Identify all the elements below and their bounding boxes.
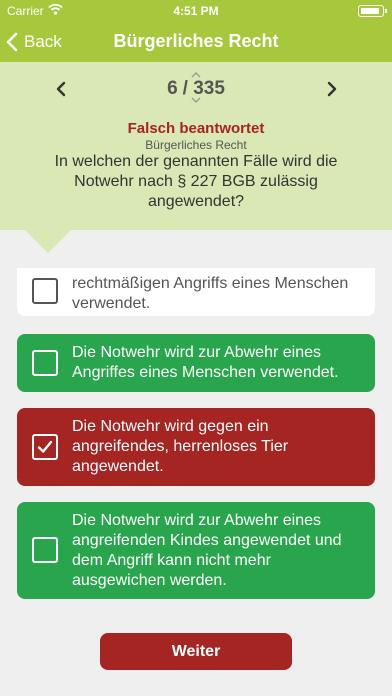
answer-option[interactable]: Die Notwehr wird zur Abwehr eines Angrif… (17, 334, 375, 392)
status-time: 4:51 PM (173, 4, 219, 18)
question-total: / 335 (182, 78, 225, 99)
answer-checkbox[interactable] (32, 350, 58, 376)
answer-option[interactable]: rechtmäßigen Angriffs eines Menschen ver… (17, 268, 375, 316)
back-button[interactable]: Back (6, 28, 62, 56)
answer-option[interactable]: Die Notwehr wird gegen ein angreifendes,… (17, 408, 375, 486)
answer-list[interactable]: rechtmäßigen Angriffs eines Menschen ver… (0, 268, 392, 612)
navigation-bar: Back Bürgerliches Recht (0, 22, 392, 62)
chevron-down-icon (191, 97, 201, 103)
next-question-button[interactable] (322, 79, 342, 99)
answer-text: rechtmäßigen Angriffs eines Menschen ver… (72, 275, 349, 312)
chevron-left-icon (6, 32, 18, 52)
answer-text: Die Notwehr wird zur Abwehr eines angrei… (72, 512, 342, 589)
checkmark-icon (37, 440, 53, 453)
status-bar: Carrier 4:51 PM (0, 0, 392, 22)
next-button[interactable]: Weiter (100, 633, 292, 670)
question-category: Bürgerliches Recht (145, 138, 247, 152)
answer-checkbox[interactable] (32, 278, 58, 304)
answer-text: Die Notwehr wird zur Abwehr eines Angrif… (72, 344, 339, 381)
answer-text: Die Notwehr wird gegen ein angreifendes,… (72, 418, 289, 475)
header-pointer (24, 229, 72, 253)
answer-checkbox[interactable] (32, 434, 58, 460)
answer-checkbox[interactable] (32, 537, 58, 563)
question-current: 6 (167, 78, 178, 99)
answer-result: Falsch beantwortet (127, 120, 265, 137)
back-label: Back (24, 32, 62, 51)
battery-icon (358, 5, 387, 17)
question-text: In welchen der genannten Fälle wird die … (54, 153, 338, 210)
answer-option[interactable]: Die Notwehr wird zur Abwehr eines angrei… (17, 502, 375, 599)
chevron-right-icon (327, 81, 337, 97)
